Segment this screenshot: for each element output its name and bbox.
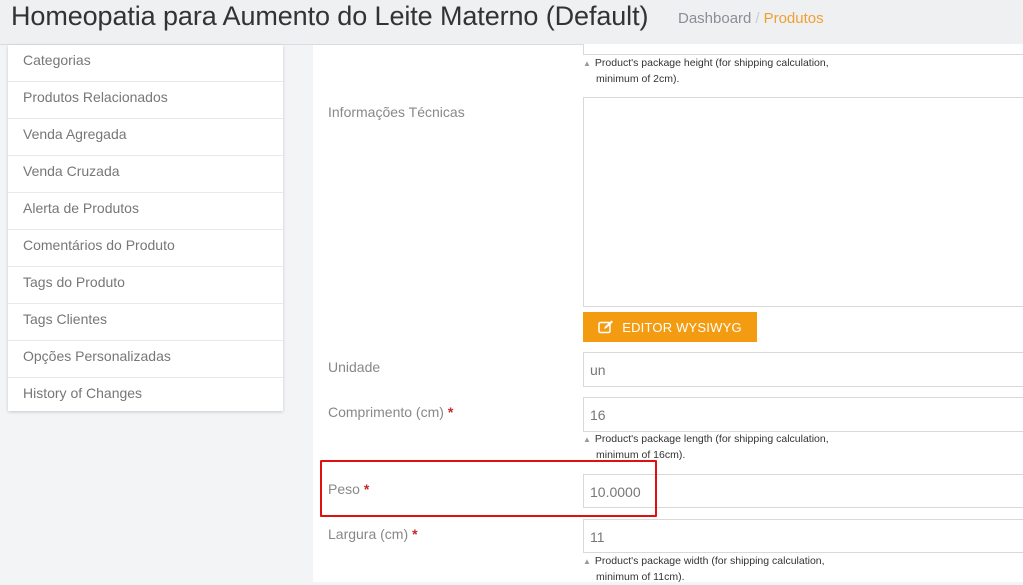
sidebar-item-categorias[interactable]: Categorias [8,45,283,82]
unidade-input[interactable]: un [583,352,1023,387]
comprimento-hint: ▲ Product's package length (for shipping … [583,433,829,461]
sidebar-item-tags-clientes[interactable]: Tags Clientes [8,304,283,341]
sidebar-item-venda-cruzada[interactable]: Venda Cruzada [8,156,283,193]
hint-arrow-icon: ▲ [583,557,591,566]
sidebar-item-tags-do-produto[interactable]: Tags do Produto [8,267,283,304]
sidebar-item-comentarios-do-produto[interactable]: Comentários do Produto [8,230,283,267]
product-tabs-sidebar: Categorias Produtos Relacionados Venda A… [8,45,283,411]
sidebar-item-opcoes-personalizadas[interactable]: Opções Personalizadas [8,341,283,378]
altura-input[interactable] [583,44,1023,55]
editor-wysiwyg-button[interactable]: EDITOR WYSIWYG [583,312,757,342]
comprimento-label: Comprimento (cm) * [328,404,454,420]
hint-arrow-icon: ▲ [583,59,591,68]
required-marker: * [447,404,454,420]
tech-info-label: Informações Técnicas [328,104,465,120]
unidade-label: Unidade [328,359,381,375]
sidebar-item-alerta-de-produtos[interactable]: Alerta de Produtos [8,193,283,230]
required-marker: * [412,526,418,542]
editor-wysiwyg-label: EDITOR WYSIWYG [622,319,742,335]
breadcrumb: Dashboard / Produtos [678,10,824,27]
page-title: Homeopatia para Aumento do Leite Materno… [11,1,649,31]
breadcrumb-dashboard-link[interactable]: Dashboard [678,10,751,27]
largura-label: Largura (cm) * [328,526,418,542]
breadcrumb-separator: / [755,10,760,27]
sidebar-item-produtos-relacionados[interactable]: Produtos Relacionados [8,82,283,119]
highlight-box [320,460,657,517]
breadcrumb-current[interactable]: Produtos [764,10,824,27]
altura-hint: ▲ Product's package height (for shipping … [583,57,829,85]
tech-info-textarea[interactable] [583,97,1023,307]
largura-input[interactable]: 11 [583,519,1023,553]
comprimento-input[interactable]: 16 [583,397,1023,432]
edit-icon [598,320,614,334]
page-header: Homeopatia para Aumento do Leite Materno… [0,0,1023,45]
hint-arrow-icon: ▲ [583,435,591,444]
sidebar-item-venda-agregada[interactable]: Venda Agregada [8,119,283,156]
largura-hint: ▲ Product's package width (for shipping c… [583,555,825,583]
sidebar-item-history-of-changes[interactable]: History of Changes [8,378,283,415]
